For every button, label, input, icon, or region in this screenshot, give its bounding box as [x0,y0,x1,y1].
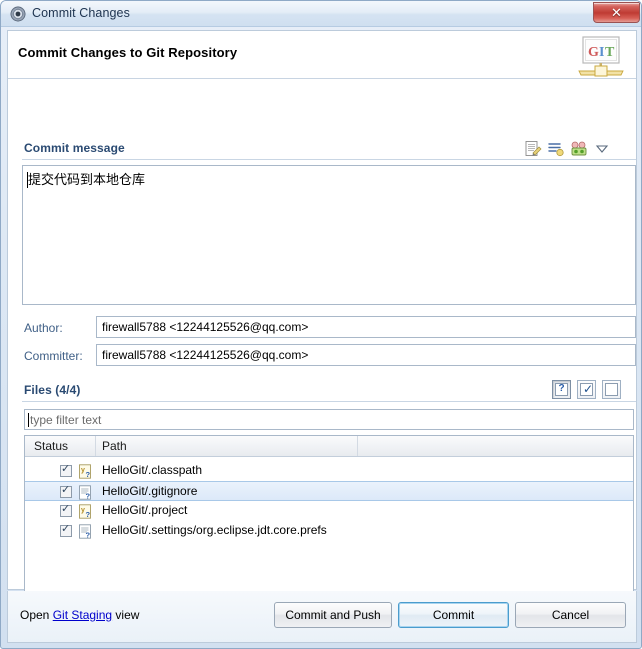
deselect-all-button[interactable] [602,380,621,399]
committer-field[interactable]: firewall5788 <12244125526@qq.com> [96,344,636,366]
row-path: HelloGit/.project [102,503,188,517]
svg-text:?: ? [86,531,91,540]
table-header: Status Path [25,436,633,457]
dialog-content: Commit Changes to Git Repository G I T C… [7,30,637,607]
filter-placeholder: type filter text [30,413,102,427]
table-row[interactable]: y ? HelloGit/.classpath [25,461,633,481]
row-path: HelloGit/.settings/org.eclipse.jdt.core.… [102,523,327,537]
xml-file-untracked-icon: y ? [78,464,93,479]
empty-box-icon [605,383,618,396]
svg-text:G: G [588,45,599,60]
add-signed-off-by-icon[interactable] [524,140,542,158]
row-checkbox[interactable] [60,502,72,517]
commit-message-input[interactable]: 提交代码到本地仓库 [22,165,636,305]
author-value: firewall5788 <12244125526@qq.com> [102,320,309,334]
commit-and-push-button[interactable]: Commit and Push [274,602,392,628]
cancel-button[interactable]: Cancel [515,602,626,628]
row-checkbox[interactable] [60,462,72,477]
commit-button[interactable]: Commit [398,602,509,628]
open-git-staging-text: Open Git Staging view [20,608,139,622]
checked-box-icon: ✓ [580,382,594,396]
commit-message-toolbar [524,140,624,158]
chevron-down-icon[interactable] [593,140,611,158]
untracked-box-icon: ? [555,383,568,396]
check-glyph: ✓ [583,382,594,396]
svg-text:y: y [81,507,85,514]
close-button[interactable] [593,2,640,23]
text-file-untracked-icon: ? [78,524,93,540]
window-title: Commit Changes [32,6,130,20]
svg-text:?: ? [86,492,91,501]
git-logo-icon: G I T [575,35,627,79]
row-path: HelloGit/.gitignore [102,484,198,498]
column-header-status[interactable]: Status [34,439,68,453]
table-row[interactable]: y ? HelloGit/.project [25,501,633,521]
column-divider[interactable] [357,436,358,456]
title-bar: Commit Changes [1,1,641,27]
committer-value: firewall5788 <12244125526@qq.com> [102,348,309,362]
text-file-untracked-icon: ? [78,485,93,501]
filter-input[interactable]: type filter text [24,409,634,430]
add-change-id-icon[interactable] [547,140,565,158]
table-row[interactable]: ? HelloGit/.settings/org.eclipse.jdt.cor… [25,521,633,541]
commit-message-heading: Commit message [24,141,125,155]
svg-text:y: y [81,467,85,474]
question-mark-glyph: ? [558,383,565,394]
xml-file-untracked-icon: y ? [78,504,93,519]
dialog-footer: Open Git Staging view Commit and Push Co… [7,591,637,643]
filter-caret [28,413,29,427]
svg-text:T: T [605,45,615,60]
table-row[interactable]: ? HelloGit/.gitignore [25,481,633,501]
dialog-header: Commit Changes to Git Repository G I T [8,31,636,79]
author-field[interactable]: firewall5788 <12244125526@qq.com> [96,316,636,338]
committer-label: Committer: [24,349,83,363]
svg-text:I: I [599,45,604,60]
row-checkbox[interactable] [60,483,72,498]
column-header-path[interactable]: Path [102,439,127,453]
select-all-button[interactable]: ✓ [577,380,596,399]
svg-text:?: ? [86,470,91,479]
amend-previous-commit-icon[interactable] [570,140,588,158]
commit-changes-dialog: Commit Changes Commit Changes to Git Rep… [0,0,642,649]
files-table[interactable]: Status Path y ? HelloGit/.classpath [24,435,634,607]
open-suffix: view [112,608,140,622]
svg-text:?: ? [86,510,91,519]
commit-message-text: 提交代码到本地仓库 [28,173,146,188]
author-label: Author: [24,321,63,335]
eclipse-gear-icon [10,6,26,22]
column-divider[interactable] [95,436,96,456]
show-untracked-files-button[interactable]: ? [552,380,571,399]
open-prefix: Open [20,608,53,622]
files-divider [22,401,636,402]
commit-message-divider [22,159,636,160]
files-heading: Files (4/4) [24,383,81,397]
row-path: HelloGit/.classpath [102,463,203,477]
page-title: Commit Changes to Git Repository [18,45,238,60]
files-toolbar: ? ✓ [552,380,624,400]
git-staging-link[interactable]: Git Staging [53,608,112,622]
row-checkbox[interactable] [60,522,72,537]
